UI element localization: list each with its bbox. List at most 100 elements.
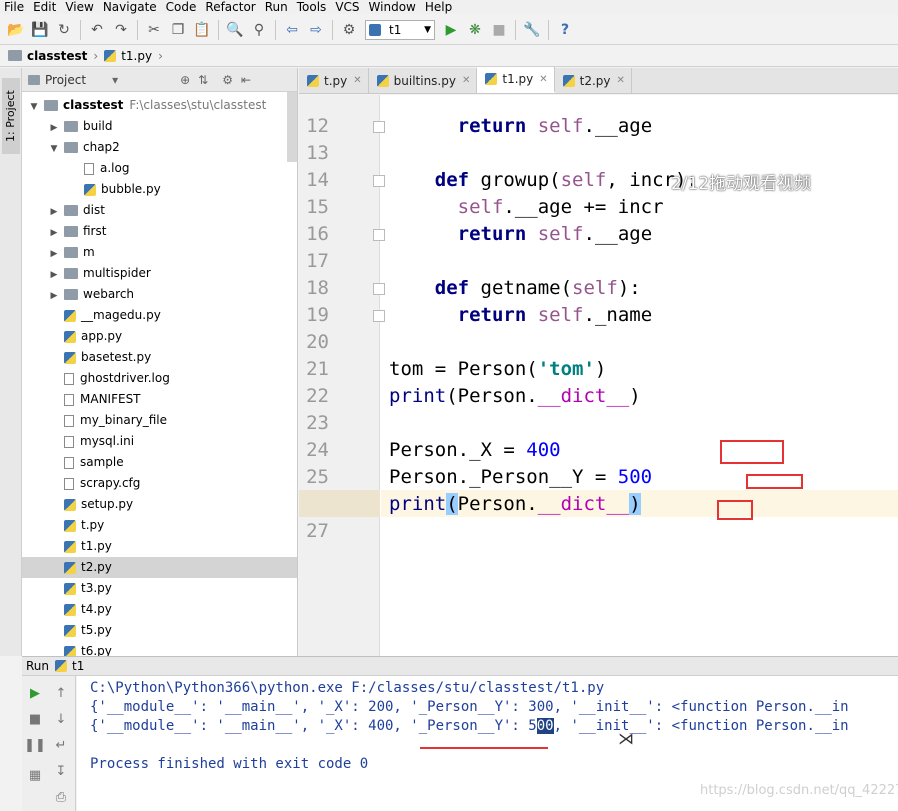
paste-icon[interactable]: 📋 [192,20,212,40]
tree-item[interactable]: a.log [22,158,297,179]
tree-item[interactable]: basetest.py [22,347,297,368]
tab-builtins-py[interactable]: builtins.py ✕ [369,68,478,93]
chevron-right-icon[interactable]: ▶ [48,202,60,223]
tree-item[interactable]: my_binary_file [22,410,297,431]
rerun-icon[interactable]: ▶ [26,684,44,702]
chevron-right-icon[interactable]: ▶ [48,265,60,286]
down-arrow-icon[interactable]: ↓ [52,710,70,728]
back-icon[interactable]: ⇦ [282,20,302,40]
tab-t2-py[interactable]: t2.py ✕ [555,68,632,93]
tree-item[interactable]: MANIFEST [22,389,297,410]
chevron-down-icon[interactable]: ▾ [112,73,118,87]
soft-wrap-icon[interactable]: ↵ [52,736,70,754]
menu-navigate[interactable]: Navigate [99,0,162,14]
help-icon[interactable]: ? [555,20,575,40]
tree-item[interactable]: ▶ multispider [22,263,297,284]
tree-item[interactable]: ▶ build [22,116,297,137]
sync-icon[interactable]: ↻ [54,20,74,40]
tab-t-py[interactable]: t.py ✕ [299,68,369,93]
tree-item[interactable]: app.py [22,326,297,347]
run-icon[interactable]: ▶ [441,20,461,40]
tree-item[interactable]: ▼ chap2 [22,137,297,158]
project-scrollbar[interactable] [287,92,297,162]
breadcrumb-file[interactable]: t1.py [121,49,152,63]
open-folder-icon[interactable]: 📂 [6,20,26,40]
tree-item[interactable]: t5.py [22,620,297,641]
replace-icon[interactable]: ⚲ [249,20,269,40]
project-tool-button[interactable]: 1: Project [2,78,20,154]
collapse-all-icon[interactable]: ⇅ [198,73,208,87]
save-all-icon[interactable]: 💾 [30,20,50,40]
fold-marker-icon[interactable] [373,229,385,241]
tree-item[interactable]: ▼ classtest F:\classes\stu\classtest [22,95,297,116]
close-icon[interactable]: ✕ [353,75,361,86]
fold-marker-icon[interactable] [373,310,385,322]
tree-item-label: first [83,224,107,238]
menu-view[interactable]: View [61,0,98,14]
close-icon[interactable]: ✕ [617,75,625,86]
project-view-select[interactable]: Project [45,73,86,87]
tree-item[interactable]: setup.py [22,494,297,515]
run-config-select[interactable]: t1 ▼ [365,19,435,40]
build-icon[interactable]: ⚙ [339,20,359,40]
tree-item[interactable]: t3.py [22,578,297,599]
menu-vcs[interactable]: VCS [331,0,364,14]
chevron-right-icon[interactable]: ▶ [48,286,60,307]
run-config-name[interactable]: t1 [72,659,84,673]
tree-item[interactable]: bubble.py [22,179,297,200]
stop-icon[interactable]: ■ [26,710,44,728]
forward-icon[interactable]: ⇨ [306,20,326,40]
chevron-right-icon[interactable]: ▶ [48,118,60,139]
menu-refactor[interactable]: Refactor [201,0,260,14]
tree-item[interactable]: mysql.ini [22,431,297,452]
chevron-down-icon[interactable]: ▼ [28,97,40,118]
menu-tools[interactable]: Tools [293,0,332,14]
tree-item[interactable]: t6.py [22,641,297,656]
tree-item[interactable]: ▶ m [22,242,297,263]
code-editor[interactable]: 12131415161718192021222324252627 return … [299,95,898,656]
tree-item[interactable]: t2.py [22,557,297,578]
tab-t1-py[interactable]: t1.py ✕ [477,67,555,93]
fold-marker-icon[interactable] [373,121,385,133]
menu-window[interactable]: Window [365,0,421,14]
breadcrumb-project[interactable]: classtest [27,49,87,63]
gear-icon[interactable]: ⚙ [222,73,233,87]
print-icon[interactable]: ⎙ [52,788,70,806]
menu-code[interactable]: Code [162,0,202,14]
locate-icon[interactable]: ⊕ [180,73,190,87]
tree-item[interactable]: ghostdriver.log [22,368,297,389]
find-icon[interactable]: 🔍 [225,20,245,40]
tree-item[interactable]: scrapy.cfg [22,473,297,494]
copy-icon[interactable]: ❐ [168,20,188,40]
layout-icon[interactable]: ▦ [26,766,44,784]
stop-icon[interactable]: ■ [489,20,509,40]
tree-item[interactable]: sample [22,452,297,473]
redo-icon[interactable]: ↷ [111,20,131,40]
settings-wrench-icon[interactable]: 🔧 [522,20,542,40]
hide-panel-icon[interactable]: ⇤ [241,73,251,87]
tree-item[interactable]: t1.py [22,536,297,557]
menu-edit[interactable]: Edit [29,0,61,14]
chevron-right-icon[interactable]: ▶ [48,223,60,244]
up-arrow-icon[interactable]: ↑ [52,684,70,702]
cut-icon[interactable]: ✂ [144,20,164,40]
scroll-end-icon[interactable]: ↧ [52,762,70,780]
menu-file[interactable]: File [0,0,29,14]
tree-item[interactable]: t.py [22,515,297,536]
fold-marker-icon[interactable] [373,283,385,295]
tree-item[interactable]: ▶ dist [22,200,297,221]
pause-icon[interactable]: ❚❚ [24,736,46,754]
menu-help[interactable]: Help [421,0,457,14]
chevron-down-icon[interactable]: ▼ [48,139,60,160]
tree-item[interactable]: ▶ first [22,221,297,242]
close-icon[interactable]: ✕ [462,75,470,86]
close-icon[interactable]: ✕ [539,74,547,85]
menu-run[interactable]: Run [261,0,293,14]
undo-icon[interactable]: ↶ [87,20,107,40]
tree-item[interactable]: ▶ webarch [22,284,297,305]
chevron-right-icon[interactable]: ▶ [48,244,60,265]
debug-icon[interactable]: ❋ [465,20,485,40]
tree-item[interactable]: t4.py [22,599,297,620]
tree-item[interactable]: __magedu.py [22,305,297,326]
fold-marker-icon[interactable] [373,175,385,187]
